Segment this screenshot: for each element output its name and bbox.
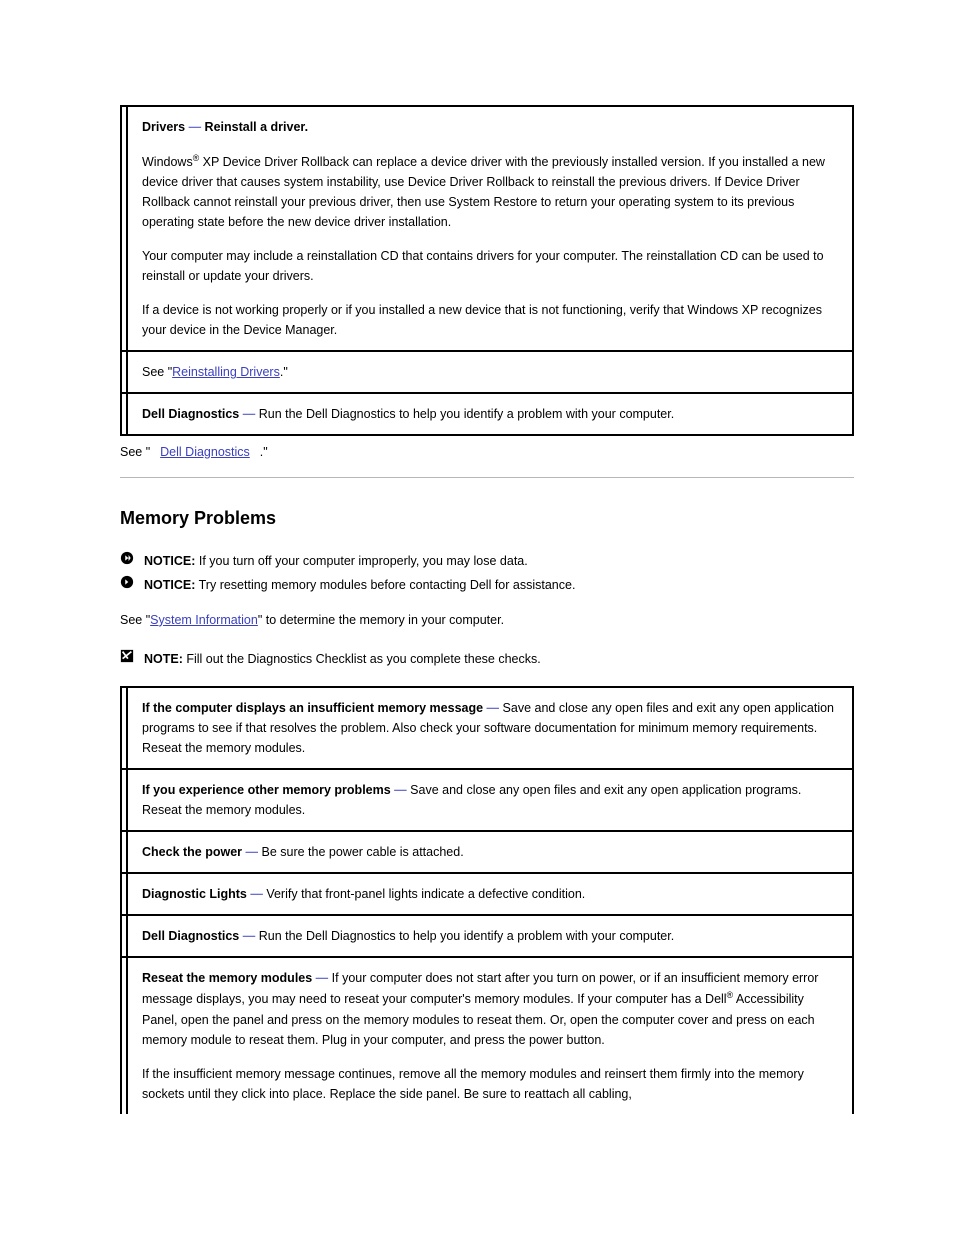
dell-diagnostics-cell-2: Dell Diagnostics — Run the Dell Diagnost… bbox=[127, 915, 853, 957]
dd2-pre: Dell Diagnostics bbox=[142, 929, 243, 943]
other-pre: If you experience other memory problems bbox=[142, 783, 394, 797]
note-text: Fill out the Diagnostics Checklist as yo… bbox=[183, 652, 541, 666]
dd2-post: Run the Dell Diagnostics to help you ide… bbox=[259, 929, 675, 943]
notice-icon bbox=[120, 551, 134, 565]
dash: — bbox=[243, 929, 259, 943]
see-reinstalling-cell: See "Reinstalling Drivers." bbox=[127, 351, 853, 393]
p3: If a device is not working properly or i… bbox=[142, 300, 838, 340]
see-post: ." bbox=[280, 365, 288, 379]
dash: — bbox=[394, 783, 410, 797]
lights-post: Verify that front-panel lights indicate … bbox=[266, 887, 585, 901]
lights-pre: Diagnostic Lights bbox=[142, 887, 250, 901]
system-info-paragraph: See "System Information" to determine th… bbox=[120, 610, 854, 631]
insuf-pre: If the computer displays an insufficient… bbox=[142, 701, 487, 715]
system-information-link[interactable]: System Information bbox=[150, 613, 258, 627]
memory-problems-table: If the computer displays an insufficient… bbox=[120, 686, 854, 1113]
dell-diag-pre: Dell Diagnostics bbox=[142, 407, 243, 421]
insufficient-memory-cell: If the computer displays an insufficient… bbox=[127, 687, 853, 769]
see-dell-diag-pre: See " bbox=[120, 442, 150, 463]
dell-diag-post: Run the Dell Diagnostics to help you ide… bbox=[259, 407, 675, 421]
para-pre: See " bbox=[120, 613, 150, 627]
notice1-label: NOTICE: bbox=[144, 554, 195, 568]
notice2-label: NOTICE: bbox=[144, 578, 195, 592]
document-body: { "table1": { "row_drivers": { "heading_… bbox=[120, 0, 854, 1114]
notice-row-2: NOTICE: Try resetting memory modules bef… bbox=[120, 575, 854, 596]
notice1-text: If you turn off your computer improperly… bbox=[195, 554, 527, 568]
note-label: NOTE: bbox=[144, 652, 183, 666]
dash: — bbox=[246, 845, 262, 859]
dash: — bbox=[316, 971, 332, 985]
troubleshooting-table-top: Drivers — Reinstall a driver. Windows® X… bbox=[120, 105, 854, 436]
p1-post: XP Device Driver Rollback can replace a … bbox=[142, 155, 825, 229]
see-pre: See " bbox=[142, 365, 172, 379]
reseat-pre: Reseat the memory modules bbox=[142, 971, 316, 985]
diagnostic-lights-cell: Diagnostic Lights — Verify that front-pa… bbox=[127, 873, 853, 915]
note-row: NOTE: Fill out the Diagnostics Checklist… bbox=[120, 649, 854, 670]
dell-diagnostics-link[interactable]: Dell Diagnostics bbox=[160, 442, 250, 463]
reseat-memory-cell: Reseat the memory modules — If your comp… bbox=[127, 957, 853, 1113]
drivers-label: Drivers bbox=[142, 120, 189, 134]
notice2-text: Try resetting memory modules before cont… bbox=[195, 578, 575, 592]
notice-icon bbox=[120, 575, 134, 589]
dash: — bbox=[487, 701, 503, 715]
dash: — bbox=[250, 887, 266, 901]
horizontal-rule bbox=[120, 477, 854, 478]
dash: — bbox=[243, 407, 259, 421]
memory-problems-heading: Memory Problems bbox=[120, 508, 854, 529]
p1-pre: Windows bbox=[142, 155, 193, 169]
other-memory-cell: If you experience other memory problems … bbox=[127, 769, 853, 831]
p2: Your computer may include a reinstallati… bbox=[142, 246, 838, 286]
check-power-cell: Check the power — Be sure the power cabl… bbox=[127, 831, 853, 873]
para-post: " to determine the memory in your comput… bbox=[258, 613, 504, 627]
reseat-tail2: If the insufficient memory message conti… bbox=[142, 1064, 838, 1104]
reinstalling-drivers-link[interactable]: Reinstalling Drivers bbox=[172, 365, 280, 379]
power-post: Be sure the power cable is attached. bbox=[261, 845, 463, 859]
notice-row-1: NOTICE: If you turn off your computer im… bbox=[120, 551, 854, 572]
dash: — bbox=[189, 120, 205, 134]
drivers-action: Reinstall a driver. bbox=[205, 120, 309, 134]
see-dell-diag-post: ." bbox=[260, 442, 268, 463]
power-pre: Check the power bbox=[142, 845, 246, 859]
note-icon bbox=[120, 649, 134, 663]
dell-diagnostics-cell: Dell Diagnostics — Run the Dell Diagnost… bbox=[127, 393, 853, 435]
drivers-cell: Drivers — Reinstall a driver. Windows® X… bbox=[127, 106, 853, 351]
